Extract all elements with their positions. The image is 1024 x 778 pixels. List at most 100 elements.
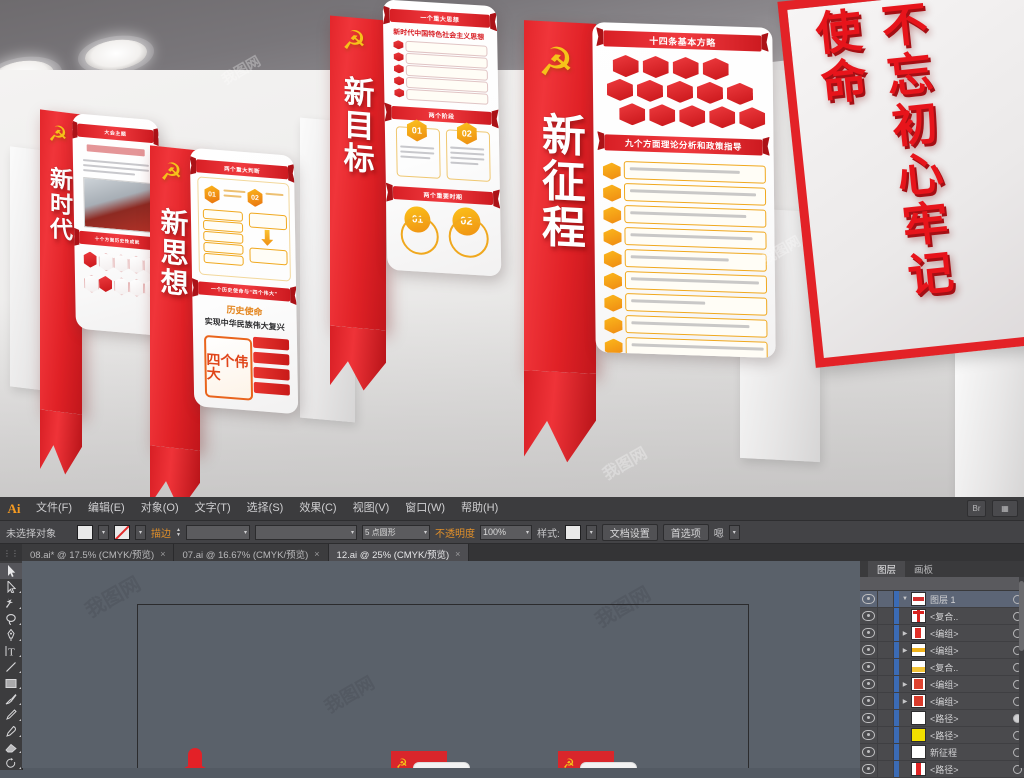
type-tool[interactable]: T — [0, 643, 22, 659]
layer-visibility-toggle[interactable] — [860, 764, 877, 774]
layer-visibility-toggle[interactable] — [860, 662, 877, 672]
close-icon[interactable]: × — [455, 549, 460, 559]
layer-lock-toggle[interactable] — [877, 710, 894, 726]
layer-visibility-toggle[interactable] — [860, 730, 877, 740]
layer-name[interactable]: <编组> — [930, 644, 1010, 657]
menu-select[interactable]: 选择(S) — [239, 497, 292, 520]
layer-name[interactable]: <路径> — [930, 763, 1010, 776]
magic-wand-tool[interactable] — [0, 595, 22, 611]
expand-arrow-icon[interactable]: ▶ — [899, 647, 911, 654]
menu-effect[interactable]: 效果(C) — [291, 497, 344, 520]
pencil-tool[interactable] — [0, 707, 22, 723]
document-setup-button[interactable]: 文档设置 — [601, 523, 658, 541]
layer-row[interactable]: ▶ <编组> — [860, 693, 1024, 710]
direct-selection-tool[interactable] — [0, 579, 22, 595]
stroke-swatch[interactable] — [114, 524, 130, 540]
layer-row[interactable]: ▶ <编组> — [860, 642, 1024, 659]
menu-help[interactable]: 帮助(H) — [453, 497, 506, 520]
eraser-tool[interactable] — [0, 739, 22, 755]
layer-row[interactable]: <路径> — [860, 727, 1024, 744]
layer-visibility-toggle[interactable] — [860, 645, 877, 655]
layer-name[interactable]: 新征程 — [930, 746, 1010, 759]
preferences-button[interactable]: 首选项 — [662, 523, 709, 541]
menu-object[interactable]: 对象(O) — [133, 497, 187, 520]
layer-lock-toggle[interactable] — [877, 642, 894, 658]
layer-row[interactable]: ▶ <编组> — [860, 676, 1024, 693]
layer-visibility-toggle[interactable] — [860, 696, 877, 706]
layer-name[interactable]: <复合.. — [930, 661, 1010, 674]
stroke-weight-field[interactable]: ▾ — [185, 524, 250, 540]
rectangle-tool[interactable] — [0, 675, 22, 691]
blob-brush-tool[interactable] — [0, 723, 22, 739]
chevron-down-icon[interactable]: ▾ — [351, 529, 354, 536]
stroke-profile-field[interactable]: ▾ — [254, 524, 357, 540]
layer-name[interactable]: <路径> — [930, 729, 1010, 742]
layer-name[interactable]: <编组> — [930, 627, 1010, 640]
layer-visibility-toggle[interactable] — [860, 679, 877, 689]
fill-swatch[interactable] — [77, 524, 93, 540]
chevron-down-icon[interactable]: ▾ — [244, 529, 247, 536]
close-icon[interactable]: × — [314, 549, 319, 559]
menu-type[interactable]: 文字(T) — [187, 497, 239, 520]
expand-arrow-icon[interactable]: ▶ — [899, 681, 911, 688]
close-icon[interactable]: × — [160, 549, 165, 559]
paintbrush-tool[interactable] — [0, 691, 22, 707]
style-dropdown-icon[interactable]: ▾ — [585, 524, 597, 540]
rotate-tool[interactable] — [0, 755, 22, 771]
layer-lock-toggle[interactable] — [877, 659, 894, 675]
menu-edit[interactable]: 编辑(E) — [80, 497, 133, 520]
line-segment-tool[interactable] — [0, 659, 22, 675]
layer-lock-toggle[interactable] — [877, 625, 894, 641]
layer-name[interactable]: <编组> — [930, 695, 1010, 708]
layer-visibility-toggle[interactable] — [860, 713, 877, 723]
expand-arrow-icon[interactable]: ▶ — [899, 698, 911, 705]
layer-row[interactable]: <复合.. — [860, 608, 1024, 625]
layer-row[interactable]: <路径> — [860, 710, 1024, 727]
layer-row[interactable]: <复合.. — [860, 659, 1024, 676]
opacity-field[interactable]: 100% ▾ — [479, 524, 532, 540]
layer-visibility-toggle[interactable] — [860, 747, 877, 757]
chevron-down-icon[interactable]: ▾ — [526, 529, 529, 536]
workspace-switcher[interactable]: ▦ — [992, 500, 1018, 517]
canvas-area[interactable]: ☭ ☭ 我图网 我图网 我图网 — [22, 561, 860, 768]
layer-name[interactable]: 图层 1 — [930, 593, 1010, 606]
selection-tool[interactable] — [0, 563, 22, 579]
artboard[interactable]: ☭ ☭ — [137, 604, 749, 768]
graphic-style-swatch[interactable] — [564, 524, 581, 540]
bridge-button[interactable]: Br — [967, 500, 986, 517]
stroke-dropdown-icon[interactable]: ▾ — [135, 524, 146, 540]
stroke-weight-stepper[interactable]: ▲ ▼ — [176, 527, 181, 537]
panel-scrollbar[interactable] — [1019, 577, 1024, 768]
layer-name[interactable]: <编组> — [930, 678, 1010, 691]
lasso-tool[interactable] — [0, 611, 22, 627]
layer-visibility-toggle[interactable] — [860, 628, 877, 638]
tab-artboards[interactable]: 画板 — [905, 561, 943, 577]
shape-field[interactable]: 5 点圆形 ▾ — [361, 524, 430, 540]
layer-row[interactable]: ▼ 图层 1 — [860, 591, 1024, 608]
pen-tool[interactable] — [0, 627, 22, 643]
layer-visibility-toggle[interactable] — [860, 594, 877, 604]
layer-lock-toggle[interactable] — [877, 761, 894, 777]
layer-lock-toggle[interactable] — [877, 676, 894, 692]
layer-row[interactable]: <路径> — [860, 761, 1024, 778]
card-ribbon-header: 十四条基本方略 — [603, 30, 762, 52]
chevron-down-icon[interactable]: ▼ — [899, 596, 911, 602]
layer-lock-toggle[interactable] — [877, 608, 894, 624]
layer-visibility-toggle[interactable] — [860, 611, 877, 621]
layer-lock-toggle[interactable] — [877, 744, 894, 760]
layer-row[interactable]: ▶ <编组> — [860, 625, 1024, 642]
layer-lock-toggle[interactable] — [877, 727, 894, 743]
layer-lock-toggle[interactable] — [877, 591, 894, 607]
chevron-down-icon[interactable]: ▾ — [424, 529, 427, 536]
expand-arrow-icon[interactable]: ▶ — [899, 630, 911, 637]
layer-lock-toggle[interactable] — [877, 693, 894, 709]
control-extra-dropdown-icon[interactable]: ▾ — [728, 524, 740, 540]
fill-dropdown-icon[interactable]: ▾ — [98, 524, 109, 540]
menu-view[interactable]: 视图(V) — [345, 497, 398, 520]
layer-name[interactable]: <路径> — [930, 712, 1010, 725]
menu-file[interactable]: 文件(F) — [28, 497, 80, 520]
layer-row[interactable]: 新征程 — [860, 744, 1024, 761]
tab-layers[interactable]: 图层 — [868, 561, 906, 577]
menu-window[interactable]: 窗口(W) — [397, 497, 453, 520]
layer-name[interactable]: <复合.. — [930, 610, 1010, 623]
